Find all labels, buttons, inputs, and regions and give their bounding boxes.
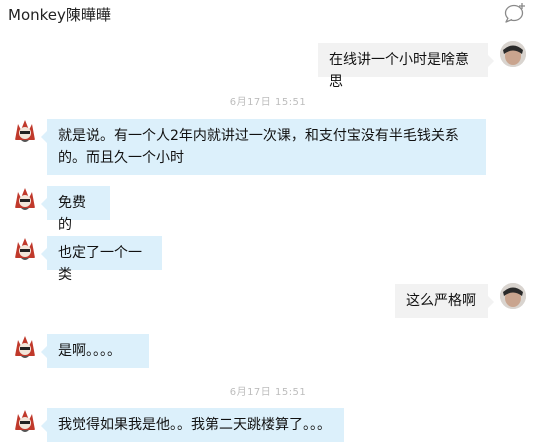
message-bubble-incoming[interactable]: 是啊。。。。 [41,334,149,368]
avatar-contact[interactable] [12,118,38,144]
message-bubble-outgoing[interactable]: 这么严格啊 [395,284,494,318]
message-bubble-incoming[interactable]: 免费的 [41,186,110,233]
message-bubble-incoming[interactable]: 也定了一个一类 [41,236,162,283]
avatar-self[interactable] [500,41,526,67]
chat-header: Monkey陳曄曄 [0,0,536,28]
avatar-contact[interactable] [12,408,38,434]
contact-name: Monkey陳曄曄 [8,6,111,24]
avatar-contact[interactable] [12,334,38,360]
message-bubble-incoming[interactable]: 我觉得如果我是他。。我第二天跳楼算了。。。 [41,408,344,442]
message-bubble-outgoing[interactable]: 在线讲一个小时是啥意思 [318,43,494,90]
avatar-contact[interactable] [12,236,38,262]
message-bubble-incoming[interactable]: 就是说。有一个人2年内就讲过一次课，和支付宝没有半毛钱关系的。而且久一个小时 [41,119,486,175]
timestamp: 6月17日 15:51 [229,97,307,108]
avatar-contact[interactable] [12,186,38,212]
avatar-self[interactable] [500,283,526,309]
timestamp: 6月17日 15:51 [229,387,307,398]
chat-bubble-plus-icon[interactable] [502,0,528,24]
